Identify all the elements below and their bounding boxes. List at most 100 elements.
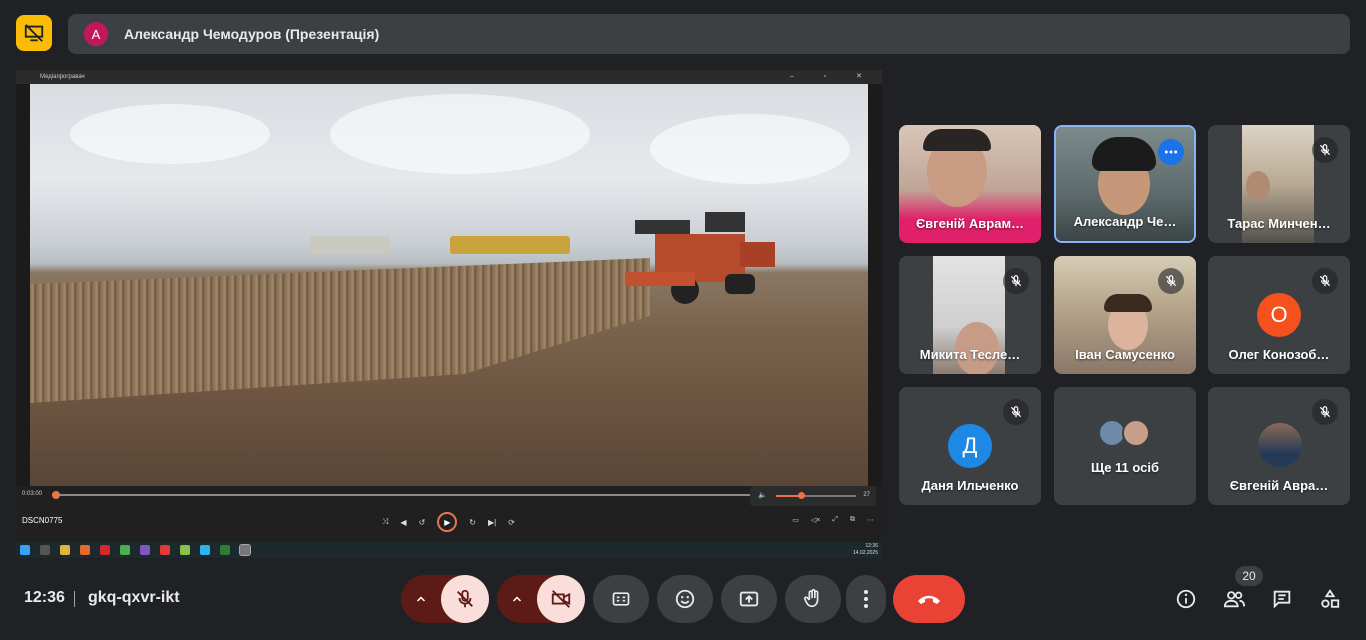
participant-tile[interactable]: Д Даня Ильченко	[899, 387, 1041, 505]
taskbar-clock: 12:36 14.02.2025	[853, 543, 878, 557]
participant-avatar: О	[1257, 293, 1301, 337]
mic-off-icon	[1312, 399, 1338, 425]
presenting-banner: А Александр Чемодуров (Презентація)	[68, 14, 1350, 54]
presenting-label: Александр Чемодуров (Презентація)	[124, 26, 380, 42]
meeting-code: gkq-qxvr-ikt	[88, 589, 180, 606]
folder-icon[interactable]	[60, 545, 70, 555]
taskbar-time: 12:36	[865, 543, 878, 549]
mic-toggle-button[interactable]	[441, 575, 489, 623]
fullscreen-icon[interactable]: ⤢	[832, 516, 838, 524]
people-icon	[1223, 591, 1245, 608]
app-icon[interactable]	[160, 545, 170, 555]
volume-icon[interactable]: 🔈	[758, 491, 767, 499]
chevron-up-icon	[417, 596, 426, 602]
participant-tile[interactable]: О Олег Конозоб…	[1208, 256, 1350, 374]
more-participants-tile[interactable]: Ще 11 осіб	[1054, 387, 1196, 505]
volume-value: 27	[863, 492, 870, 498]
mic-off-icon	[1003, 399, 1029, 425]
participant-tile[interactable]: Євгеній Авра…	[1208, 387, 1350, 505]
present-screen-off-icon[interactable]	[16, 15, 52, 51]
audio-settings-chevron[interactable]	[401, 575, 441, 623]
participant-tile[interactable]: Микита Тесле…	[899, 256, 1041, 374]
previous-icon[interactable]: ◀	[400, 518, 406, 527]
participant-tile[interactable]: Александр Че…	[1054, 125, 1196, 243]
window-title: Медіапрогравач	[40, 74, 85, 80]
playback-controls: ⤨ ◀ ↺ ▶ ↻ ▶| ⟳	[382, 512, 515, 532]
start-icon[interactable]	[20, 545, 30, 555]
participant-name: Александр Че…	[1073, 214, 1177, 229]
opera-icon[interactable]	[100, 545, 110, 555]
more-horiz-icon	[1164, 150, 1178, 154]
subtitles-icon[interactable]: ▭	[792, 516, 799, 524]
seek-bar[interactable]	[52, 491, 752, 499]
reactions-button[interactable]	[657, 575, 713, 623]
speaker-icon[interactable]: ◁×	[811, 516, 820, 524]
firefox-icon[interactable]	[80, 545, 90, 555]
present-now-button[interactable]	[721, 575, 777, 623]
presenter-avatar: А	[84, 22, 108, 46]
combine-harvester	[625, 212, 775, 304]
divider	[74, 591, 75, 607]
shared-screen: Медіапрогравач – ▫ ✕ 0:03:00 DSCN0775 ⤨ …	[16, 70, 882, 558]
participant-name: Євгеній Авра…	[1229, 478, 1329, 493]
app-icon[interactable]	[200, 545, 210, 555]
miniplayer-icon[interactable]: ⧉	[850, 516, 855, 524]
more-participants-label: Ще 11 осіб	[1090, 460, 1160, 475]
video-settings-chevron[interactable]	[497, 575, 537, 623]
captions-button[interactable]	[593, 575, 649, 623]
excel-icon[interactable]	[220, 545, 230, 555]
chrome-icon[interactable]	[120, 545, 130, 555]
chat-button[interactable]	[1270, 587, 1294, 611]
media-player-titlebar: Медіапрогравач – ▫ ✕	[16, 70, 882, 84]
end-call-button[interactable]	[893, 575, 965, 623]
raise-hand-button[interactable]	[785, 575, 841, 623]
mic-off-icon	[1003, 268, 1029, 294]
participant-avatar: Д	[948, 424, 992, 468]
app-icon[interactable]	[180, 545, 190, 555]
shuffle-icon[interactable]: ⤨	[382, 517, 388, 527]
info-icon	[1176, 589, 1196, 609]
participant-tile[interactable]: Євгеній Аврам…	[899, 125, 1041, 243]
file-name: DSCN0775	[22, 516, 63, 525]
rewind-icon[interactable]: ↺	[419, 518, 426, 527]
volume-popup[interactable]: 🔈 27	[750, 486, 876, 506]
play-button[interactable]: ▶	[437, 512, 458, 532]
activities-button[interactable]	[1318, 587, 1342, 611]
more-options-button[interactable]	[1158, 139, 1184, 165]
mic-off-icon	[1312, 137, 1338, 163]
camera-off-icon	[551, 590, 571, 608]
emoji-icon	[675, 589, 695, 609]
forward-icon[interactable]: ↻	[469, 518, 476, 527]
participant-count-badge: 20	[1235, 566, 1263, 586]
activities-icon	[1321, 589, 1340, 608]
taskbar-date: 14.02.2025	[852, 550, 878, 556]
player-right-controls: ▭ ◁× ⤢ ⧉ ⋯	[792, 516, 874, 524]
participant-name: Даня Ильченко	[921, 478, 1019, 493]
more-options-button[interactable]	[846, 575, 886, 623]
present-icon	[739, 591, 759, 607]
more-icon[interactable]: ⋯	[867, 516, 874, 524]
participant-name: Олег Конозоб…	[1228, 347, 1330, 362]
raise-hand-icon	[803, 589, 819, 608]
people-button[interactable]	[1222, 587, 1246, 611]
participant-name: Іван Самусенко	[1075, 347, 1175, 362]
participant-tile[interactable]: Іван Самусенко	[1054, 256, 1196, 374]
meeting-clock: 12:36	[24, 589, 65, 606]
chevron-up-icon	[513, 596, 522, 602]
participant-name: Євгеній Аврам…	[915, 216, 1025, 231]
mic-off-icon	[1158, 268, 1184, 294]
mic-off-icon	[1312, 268, 1338, 294]
meeting-info-button[interactable]	[1174, 587, 1198, 611]
viber-icon[interactable]	[140, 545, 150, 555]
repeat-icon[interactable]: ⟳	[508, 518, 515, 527]
participant-tile[interactable]: Тарас Минчен…	[1208, 125, 1350, 243]
search-icon[interactable]	[40, 545, 50, 555]
next-icon[interactable]: ▶|	[488, 518, 496, 527]
camera-control-group	[497, 575, 585, 623]
captions-icon	[612, 592, 630, 606]
end-call-icon	[918, 595, 940, 604]
media-player-icon[interactable]	[239, 544, 251, 556]
camera-toggle-button[interactable]	[537, 575, 585, 623]
mic-control-group	[401, 575, 489, 623]
more-vert-icon	[864, 590, 868, 608]
